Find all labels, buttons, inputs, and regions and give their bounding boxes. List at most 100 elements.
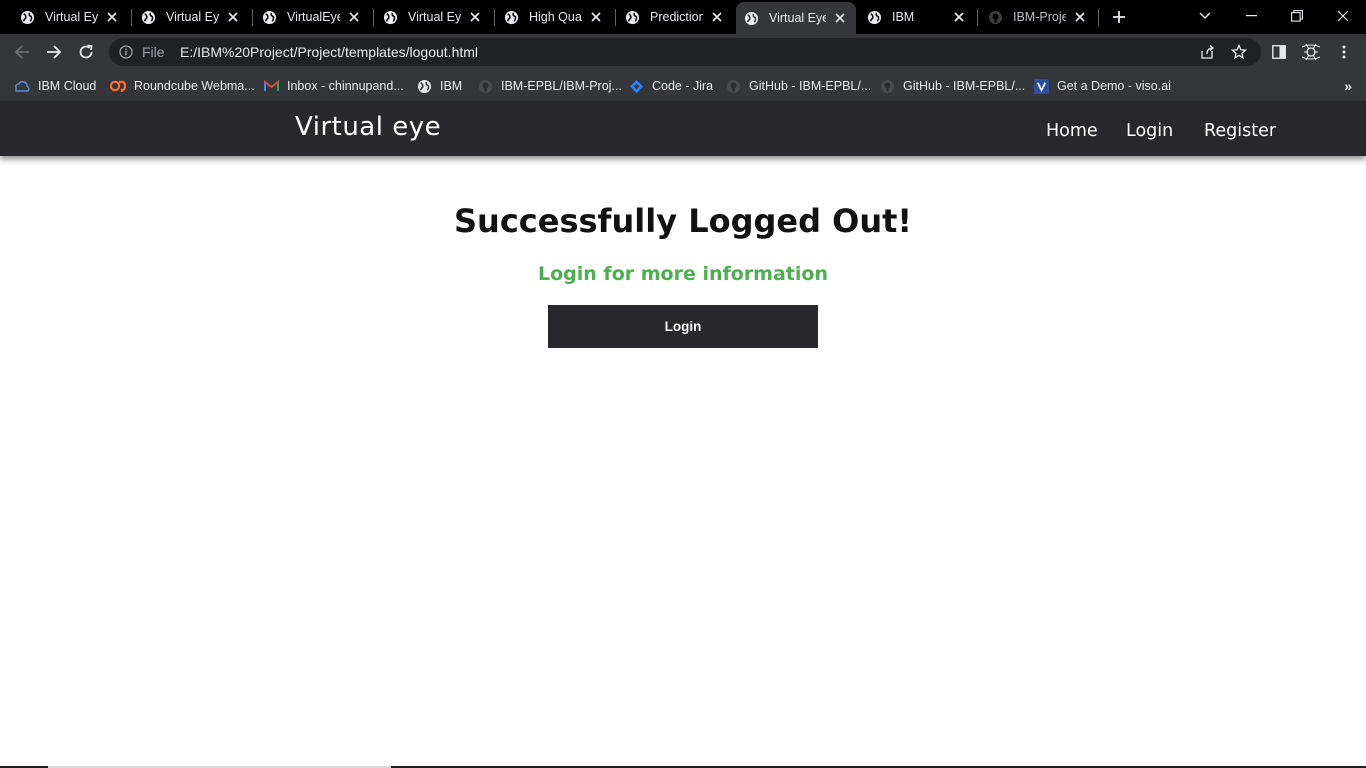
globe-icon (262, 10, 277, 24)
share-icon[interactable] (1198, 43, 1216, 61)
tab-separator (1098, 9, 1099, 26)
arrow-left-icon (14, 45, 29, 59)
bookmark-label: Roundcube Webma... (134, 79, 255, 93)
bookmark-star-icon[interactable] (1230, 43, 1248, 61)
restore-button[interactable] (1274, 0, 1320, 32)
back-button[interactable] (8, 38, 36, 66)
close-icon[interactable] (832, 10, 848, 26)
tab-separator (131, 9, 132, 26)
browser-tab[interactable]: Virtual Eye (375, 0, 491, 34)
tab-separator (252, 9, 253, 26)
browser-tab[interactable]: IBM (859, 0, 975, 34)
tab-separator (977, 9, 978, 26)
browser-tab[interactable]: Prediction (617, 0, 733, 34)
close-icon[interactable] (104, 9, 120, 25)
bookmark-item[interactable]: Roundcube Webma... (110, 76, 255, 96)
browser-tab[interactable]: Virtual Eye (12, 0, 128, 34)
bookmark-label: IBM-EPBL/IBM-Proj... (501, 79, 622, 93)
globe-icon (744, 11, 759, 25)
globe-icon (504, 10, 519, 24)
close-window-button[interactable] (1320, 0, 1366, 32)
menu-kebab-icon[interactable] (1333, 41, 1355, 63)
tab-title: Virtual Eye (408, 10, 461, 24)
tab-search-button[interactable] (1182, 0, 1228, 32)
bookmark-label: Code - Jira (652, 79, 714, 93)
chevron-down-icon (1199, 12, 1211, 19)
close-icon[interactable] (951, 9, 967, 25)
tab-title: IBM-Projec (1013, 10, 1066, 24)
tab-separator (615, 9, 616, 26)
bookmarks-overflow-button[interactable]: » (1344, 78, 1352, 94)
side-panel-icon[interactable] (1268, 41, 1290, 63)
bookmark-item[interactable]: IBM (416, 76, 462, 96)
arrow-right-icon (47, 45, 62, 59)
site-navbar: Virtual eye Home Login Register (0, 102, 1366, 156)
bookmark-label: Get a Demo - viso.ai (1057, 79, 1171, 93)
browser-toolbar: File E:/IBM%20Project/Project/templates/… (0, 34, 1366, 70)
close-icon[interactable] (709, 9, 725, 25)
browser-tab[interactable]: VirtualEye (254, 0, 370, 34)
close-icon[interactable] (588, 9, 604, 25)
extension-icon[interactable] (1300, 41, 1322, 63)
close-icon[interactable] (225, 9, 241, 25)
cpanel-icon (110, 78, 126, 94)
nav-link-home[interactable]: Home (1046, 121, 1098, 141)
tab-title: Prediction (650, 10, 703, 24)
tab-title: Virtual Eye (166, 10, 219, 24)
bookmark-item[interactable]: GitHub - IBM-EPBL/... (725, 76, 871, 96)
bookmark-item[interactable]: Code - Jira (628, 76, 713, 96)
github-icon (477, 78, 493, 94)
minimize-icon (1245, 15, 1257, 17)
nav-link-register[interactable]: Register (1204, 121, 1276, 141)
new-tab-button[interactable] (1108, 6, 1130, 28)
bookmark-label: GitHub - IBM-EPBL/... (749, 79, 872, 93)
jira-icon (628, 78, 644, 94)
close-icon[interactable] (1072, 9, 1088, 25)
globe-icon (20, 10, 35, 24)
close-icon (1337, 10, 1349, 22)
browser-tab[interactable]: High Quali (496, 0, 612, 34)
close-icon[interactable] (467, 9, 483, 25)
tab-title: Virtual Eye (769, 11, 826, 25)
address-url[interactable]: E:/IBM%20Project/Project/templates/logou… (180, 44, 478, 60)
reload-button[interactable] (72, 38, 100, 66)
scheme-label: File (142, 44, 165, 60)
viso-icon (1033, 78, 1049, 94)
page-title: Successfully Logged Out! (453, 202, 912, 240)
bookmark-label: IBM Cloud (38, 79, 97, 93)
forward-button[interactable] (40, 38, 68, 66)
globe-icon (141, 10, 156, 24)
bookmarks-bar: IBM Cloud Roundcube Webma... Inbox - chi… (0, 70, 1366, 102)
tab-title: IBM (892, 10, 915, 24)
github-icon (988, 10, 1003, 24)
bookmark-item[interactable]: Get a Demo - viso.ai (1033, 76, 1171, 96)
info-icon[interactable] (119, 45, 133, 59)
tab-title: VirtualEye (287, 10, 340, 24)
bookmark-item[interactable]: Inbox - chinnupand... (263, 76, 404, 96)
page-content: Successfully Logged Out! Login for more … (0, 156, 1366, 766)
nav-link-login[interactable]: Login (1126, 121, 1173, 141)
bookmark-label: IBM (440, 79, 463, 93)
browser-tab[interactable]: Virtual Eye (133, 0, 249, 34)
browser-tab[interactable]: IBM-Projec (980, 0, 1096, 34)
close-icon[interactable] (346, 9, 362, 25)
globe-icon (383, 10, 398, 24)
tab-separator (373, 9, 374, 26)
bookmark-item[interactable]: IBM-EPBL/IBM-Proj... (477, 76, 622, 96)
globe-icon (625, 10, 640, 24)
address-bar[interactable]: File E:/IBM%20Project/Project/templates/… (109, 38, 1261, 66)
bookmark-item[interactable]: GitHub - IBM-EPBL/... (879, 76, 1025, 96)
plus-icon (1113, 11, 1125, 23)
login-button[interactable]: Login (548, 305, 818, 348)
reload-icon (79, 44, 93, 59)
browser-tab-active[interactable]: Virtual Eye (736, 2, 856, 34)
globe-icon (416, 78, 432, 94)
github-icon (725, 78, 741, 94)
bookmark-item[interactable]: IBM Cloud (14, 76, 96, 96)
restore-icon (1291, 10, 1303, 22)
tab-title: High Quali (529, 10, 582, 24)
minimize-button[interactable] (1228, 0, 1274, 32)
site-brand[interactable]: Virtual eye (295, 112, 441, 142)
page-subtitle: Login for more information (538, 263, 828, 285)
ibm-cloud-icon (14, 78, 30, 94)
